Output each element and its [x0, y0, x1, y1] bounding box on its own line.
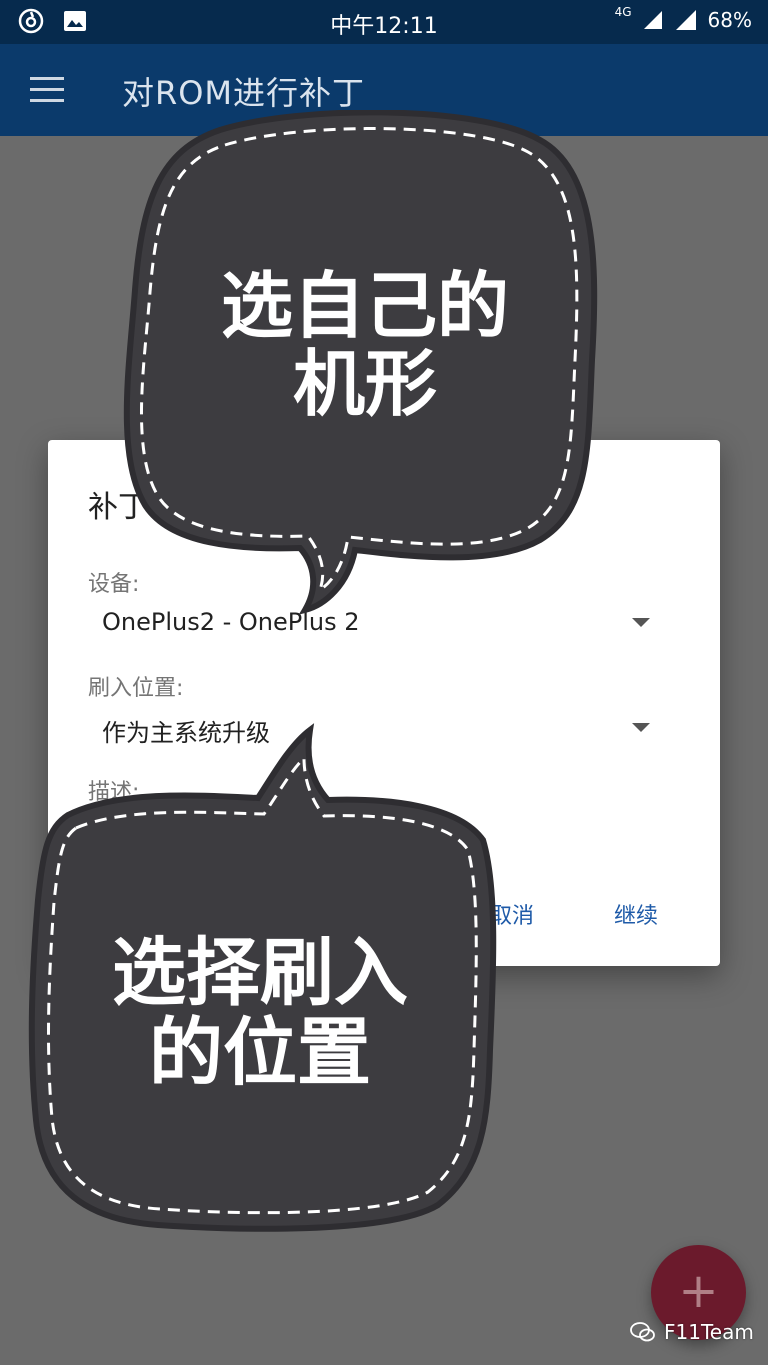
callout-bottom-line1: 选择刷入: [112, 930, 408, 1016]
watermark-text: F11Team: [664, 1320, 754, 1344]
app-title: 对ROM进行补丁: [122, 74, 366, 112]
signal-4g-icon: [643, 11, 662, 29]
status-right: 4G 68%: [614, 5, 752, 32]
device-dropdown-icon[interactable]: [632, 618, 650, 627]
flash-location-dropdown-icon[interactable]: [632, 723, 650, 732]
callout-bottom-line2: 的位置: [149, 1009, 371, 1096]
callout-top-text: 选自己的 机形: [170, 264, 560, 426]
status-bar: 中午12:11 4G 68%: [0, 0, 768, 44]
callout-bottom-text: 选择刷入 的位置: [60, 930, 460, 1096]
callout-top-line2: 机形: [292, 341, 437, 426]
wechat-icon: [630, 1322, 655, 1342]
network-type: 4G: [614, 5, 632, 19]
hamburger-menu-icon[interactable]: [30, 77, 64, 103]
battery-percent: 68%: [707, 8, 752, 32]
signal-icon: [675, 10, 696, 30]
callout-top-line1: 选自己的: [220, 264, 509, 348]
watermark: F11Team: [630, 1320, 754, 1344]
continue-button[interactable]: 继续: [614, 898, 658, 930]
flash-location-label: 刷入位置:: [88, 676, 184, 701]
plus-icon: +: [678, 1263, 719, 1319]
